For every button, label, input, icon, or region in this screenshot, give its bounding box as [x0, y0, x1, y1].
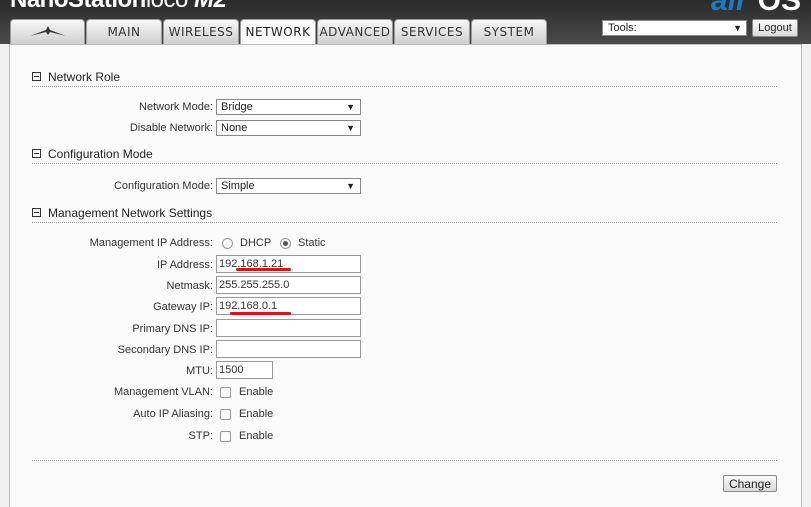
management-vlan-label: Management VLAN: — [113, 386, 213, 398]
tab-ubiquiti-logo[interactable] — [10, 19, 85, 44]
disable-network-select[interactable]: None ▼ — [216, 120, 361, 136]
auto-ip-aliasing-checkbox[interactable] — [220, 409, 231, 420]
configuration-mode-value: Simple — [221, 180, 255, 192]
section-configuration-mode: Configuration Mode — [32, 147, 777, 164]
divider — [32, 460, 777, 461]
static-label: Static — [298, 237, 326, 249]
tab-advanced[interactable]: ADVANCED — [317, 19, 393, 44]
auto-ip-aliasing-label: Auto IP Aliasing: — [133, 408, 213, 420]
auto-ip-aliasing-enable-label: Enable — [239, 408, 274, 420]
collapse-icon[interactable] — [32, 72, 41, 81]
collapse-icon[interactable] — [32, 149, 41, 158]
stp-enable-label: Enable — [239, 430, 274, 442]
gateway-ip-label: Gateway IP: — [153, 301, 213, 313]
section-title: Management Network Settings — [48, 206, 213, 220]
network-mode-select[interactable]: Bridge ▼ — [216, 99, 361, 115]
product-logo: NanoStationloco M2 — [10, 0, 227, 14]
tab-network[interactable]: NETWORK — [240, 19, 316, 44]
primary-dns-label: Primary DNS IP: — [132, 323, 213, 335]
secondary-dns-label: Secondary DNS IP: — [117, 344, 213, 356]
tab-services[interactable]: SERVICES — [394, 19, 470, 44]
settings-panel — [9, 44, 802, 507]
dhcp-radio[interactable] — [222, 238, 233, 249]
section-management-network: Management Network Settings — [32, 206, 777, 223]
section-network-role: Network Role — [32, 70, 777, 87]
section-title: Network Role — [48, 70, 121, 84]
netmask-input[interactable]: 255.255.255.0 — [216, 276, 361, 294]
dhcp-label: DHCP — [240, 237, 272, 249]
tab-main[interactable]: MAIN — [86, 19, 162, 44]
management-ip-mode-label: Management IP Address: — [89, 237, 213, 249]
tab-wireless[interactable]: WIRELESS — [163, 19, 239, 44]
airos-logo: air OS — [710, 0, 801, 17]
chevron-down-icon: ▼ — [733, 23, 742, 33]
section-title: Configuration Mode — [48, 147, 153, 161]
tools-dropdown[interactable]: Tools: ▼ — [602, 20, 747, 36]
chevron-down-icon: ▼ — [346, 181, 355, 191]
management-vlan-enable-label: Enable — [239, 386, 274, 398]
disable-network-label: Disable Network: — [129, 122, 213, 134]
annotation-underline-ip — [236, 268, 291, 271]
static-radio[interactable] — [280, 238, 291, 249]
chevron-down-icon: ▼ — [346, 102, 355, 112]
tools-selected: Tools: — [608, 22, 637, 34]
annotation-underline-gateway — [230, 312, 291, 315]
netmask-label: Netmask: — [166, 280, 213, 292]
configuration-mode-select[interactable]: Simple ▼ — [216, 178, 361, 194]
mtu-label: MTU: — [186, 365, 213, 377]
disable-network-value: None — [221, 122, 248, 134]
tab-system[interactable]: SYSTEM — [471, 19, 547, 44]
configuration-mode-label: Configuration Mode: — [113, 180, 213, 192]
secondary-dns-input[interactable] — [216, 340, 361, 358]
network-mode-value: Bridge — [221, 101, 253, 113]
stp-checkbox[interactable] — [220, 431, 231, 442]
ip-address-label: IP Address: — [156, 259, 213, 271]
network-mode-label: Network Mode: — [139, 101, 213, 113]
change-button[interactable]: Change — [723, 475, 777, 492]
collapse-icon[interactable] — [32, 208, 41, 217]
mtu-input[interactable]: 1500 — [216, 361, 273, 379]
primary-dns-input[interactable] — [216, 319, 361, 337]
logout-button[interactable]: Logout — [752, 19, 798, 37]
chevron-down-icon: ▼ — [346, 123, 355, 133]
management-vlan-checkbox[interactable] — [220, 387, 231, 398]
stp-label: STP: — [188, 430, 213, 442]
ubiquiti-logo-icon — [29, 26, 66, 36]
top-header: NanoStationloco M2 airOS MAIN WIRELESS N… — [0, 0, 811, 44]
